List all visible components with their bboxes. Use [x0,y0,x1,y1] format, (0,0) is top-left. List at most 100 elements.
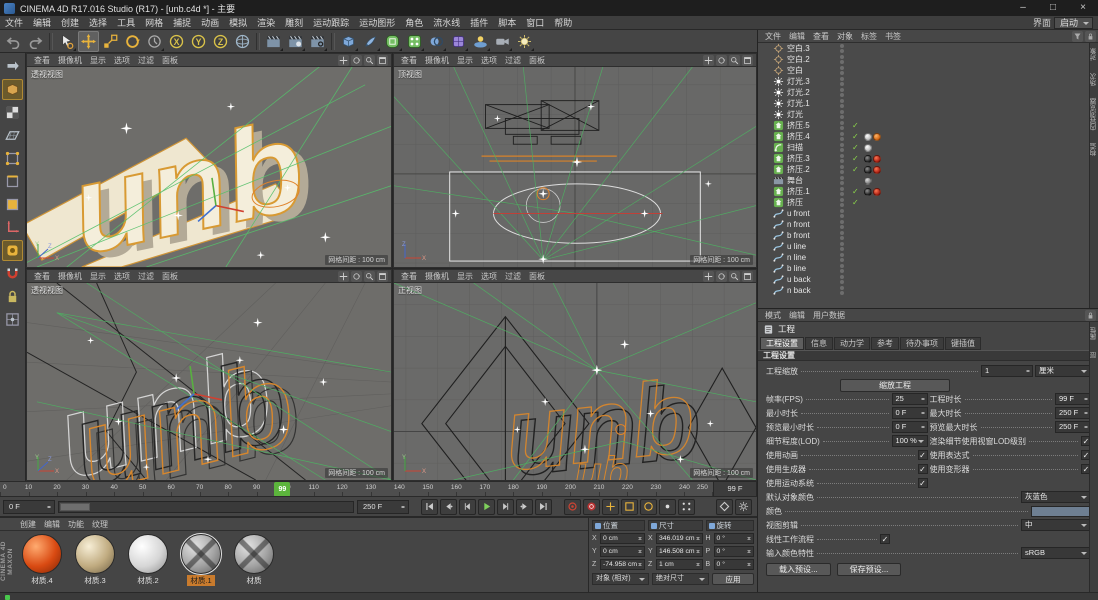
material-item[interactable]: 材质 [230,534,278,586]
range-end-field[interactable]: 250 F [357,499,409,514]
visibility-dots[interactable] [840,165,844,174]
visibility-dots[interactable] [840,187,844,196]
object-row[interactable]: 灯光.3 [758,76,1089,87]
record-active-objects-button[interactable] [564,498,581,515]
project-scale-field[interactable]: 1 [981,365,1033,377]
playback-settings-button[interactable] [735,498,752,515]
panel-tab-构造[interactable]: 构造 [1090,143,1098,156]
menu-动画[interactable]: 动画 [196,16,224,29]
filter-icon[interactable] [1072,30,1083,42]
material-item[interactable]: 材质.3 [71,534,119,586]
menu-窗口[interactable]: 窗口 [521,16,549,29]
viewport-menu-过滤[interactable]: 过滤 [134,271,158,282]
apply-button[interactable]: 应用 [712,573,754,585]
object-row[interactable]: 空白.2 [758,54,1089,65]
orbit-icon[interactable] [716,54,727,66]
last-used-tool-icon[interactable] [144,31,165,52]
viewport-menu-摄像机[interactable]: 摄像机 [54,55,86,66]
add-deformer-icon[interactable] [448,31,469,52]
edges-mode-icon[interactable] [2,171,23,192]
object-row[interactable]: n front [758,219,1089,230]
menu-帮助[interactable]: 帮助 [549,16,577,29]
material-tag-icon[interactable] [873,165,881,174]
model-mode-icon[interactable] [2,79,23,100]
preview-max-field[interactable]: 250 F [1055,421,1091,433]
play-forward-button[interactable] [478,498,495,515]
orbit-icon[interactable] [716,270,727,282]
viewport-menu-摄像机[interactable]: 摄像机 [54,271,86,282]
object-row[interactable]: 挤压.1 ✓ [758,186,1089,197]
input-color-profile-dropdown[interactable]: sRGB [1021,547,1091,559]
visibility-dots[interactable] [840,66,844,75]
object-row[interactable]: 空白.3 [758,43,1089,54]
rotation-h-field[interactable]: 0 ° [713,533,754,544]
record-rotation-button[interactable] [640,498,657,515]
add-primitive-icon[interactable] [338,31,359,52]
viewport-top[interactable]: 查看 摄像机 显示 选项 过滤 面板 顶视图 网格间距: 100 cm X Z [393,53,757,268]
workplane-mode-icon[interactable] [2,125,23,146]
pan-icon[interactable] [703,54,714,66]
panel-tab-场次[interactable]: 场次 [1090,73,1098,86]
menu-运动图形[interactable]: 运动图形 [354,16,400,29]
pan-icon[interactable] [338,54,349,66]
render-settings-icon[interactable] [307,31,328,52]
add-generator-icon[interactable] [404,31,425,52]
points-mode-icon[interactable] [2,148,23,169]
viewport-solo-icon[interactable] [2,240,23,261]
enable-toggle[interactable]: ✓ [852,186,859,197]
menu-渲染[interactable]: 渲染 [252,16,280,29]
move-tool-icon[interactable] [78,30,99,52]
object-row[interactable]: 空白 [758,65,1089,76]
position-group-header[interactable]: 位置 [592,520,646,531]
live-selection-tool-icon[interactable] [56,31,77,52]
add-light-icon[interactable] [514,31,535,52]
maximize-icon[interactable] [742,270,753,282]
object-row[interactable]: 扫描 ✓ [758,142,1089,153]
add-spline-icon[interactable] [360,31,381,52]
visibility-dots[interactable] [840,198,844,207]
project-scale-unit-dropdown[interactable]: 厘米 [1035,365,1091,377]
object-row[interactable]: u front [758,208,1089,219]
rotate-tool-icon[interactable] [122,31,143,52]
close-button[interactable]: × [1068,0,1098,16]
object-row[interactable]: 灯光 [758,109,1089,120]
viewport-menu-查看[interactable]: 查看 [30,271,54,282]
autokeying-button[interactable] [583,498,600,515]
object-color-swatch[interactable] [1031,505,1091,517]
material-item[interactable]: 材质.2 [124,534,172,586]
material-tag-icon[interactable] [864,165,872,174]
record-parameter-button[interactable] [659,498,676,515]
add-camera-icon[interactable] [492,31,513,52]
enable-toggle[interactable]: ✓ [852,153,859,164]
visibility-dots[interactable] [840,275,844,284]
next-frame-button[interactable] [497,498,514,515]
visibility-dots[interactable] [840,286,844,295]
record-scale-button[interactable] [621,498,638,515]
visibility-dots[interactable] [840,231,844,240]
current-frame-field[interactable]: 99 F [713,481,757,497]
interface-dropdown[interactable]: 启动 [1053,16,1093,29]
add-modeling-object-icon[interactable] [426,31,447,52]
object-row[interactable]: b front [758,230,1089,241]
keyframe-selection-button[interactable] [716,498,733,515]
viewport-scene-perspective-wire[interactable]: unb unb unb unb [27,283,391,480]
fps-field[interactable]: 25 [891,393,928,405]
material-tag-icon[interactable] [864,187,872,196]
preview-range-slider[interactable] [58,500,354,513]
material-tag-icon[interactable] [864,154,872,163]
visibility-dots[interactable] [840,209,844,218]
viewport-menu-过滤[interactable]: 过滤 [134,55,158,66]
menu-捕捉[interactable]: 捕捉 [168,16,196,29]
object-row[interactable]: b line [758,263,1089,274]
zoom-icon[interactable] [364,54,375,66]
enable-quantizing-icon[interactable] [2,309,23,330]
timeline-playhead[interactable]: 99 [274,482,291,496]
maximize-icon[interactable] [377,54,388,66]
lock-icon[interactable] [1085,30,1096,42]
view-clipping-dropdown[interactable]: 中 [1021,519,1091,531]
use-motion-system-checkbox[interactable]: ✓ [917,478,928,488]
viewport-menu-显示[interactable]: 显示 [453,271,477,282]
material-tag-icon[interactable] [873,154,881,163]
texture-mode-icon[interactable] [2,102,23,123]
preview-min-field[interactable]: 0 F [891,421,928,433]
